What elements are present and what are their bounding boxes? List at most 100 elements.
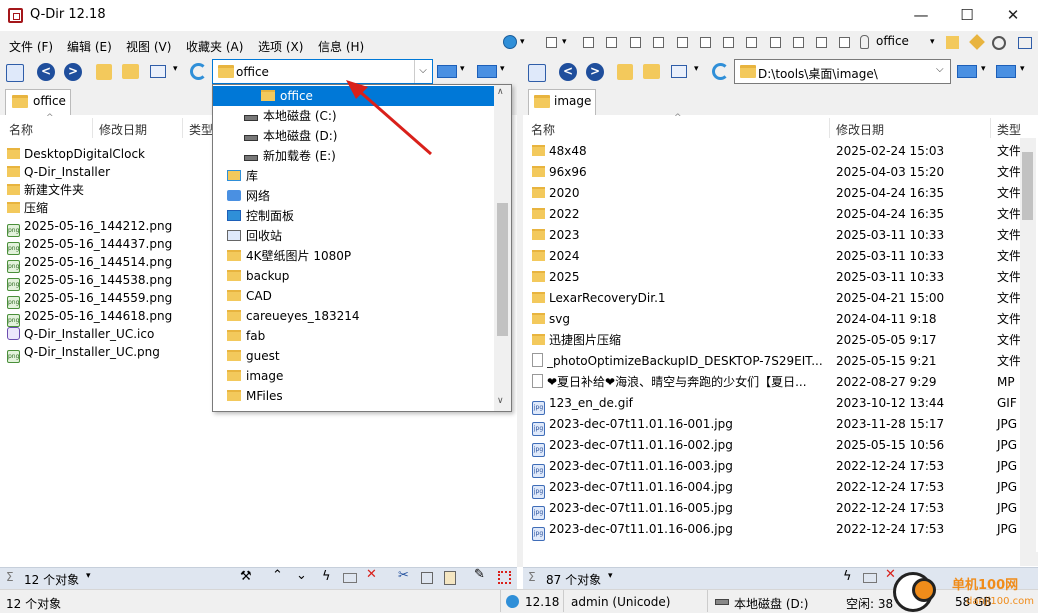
dropdown-item[interactable]: image	[213, 366, 494, 386]
edit-icon[interactable]: ✎	[474, 567, 485, 582]
dropdown-item[interactable]: 控制面板	[213, 206, 494, 226]
select-icon[interactable]	[498, 571, 511, 584]
right-monitor2-dropdown-icon[interactable]: ▾	[1020, 64, 1025, 74]
layout-10-icon[interactable]	[770, 37, 781, 48]
tools-icon[interactable]	[992, 36, 1006, 50]
dropdown-item[interactable]: 4K壁纸图片 1080P	[213, 246, 494, 266]
menu-edit[interactable]: 编辑 (E)	[67, 38, 112, 55]
table-row[interactable]: jpg 2023-dec-07t11.01.16-002.jpg 2025-05-1…	[532, 435, 1021, 457]
list-item[interactable]: Q-Dir_Installer_UC.ico	[7, 325, 207, 343]
minimize-button[interactable]: —	[898, 0, 944, 31]
globe-dropdown-icon[interactable]: ▾	[520, 37, 525, 47]
right-object-count[interactable]: 87 个对象	[546, 571, 601, 588]
dropdown-scroll-up-icon[interactable]: ∧	[497, 87, 504, 97]
list-item[interactable]: png 2025-05-16_144437.png	[7, 235, 207, 255]
table-row[interactable]: 迅捷图片压缩 2025-05-05 9:17 文件	[532, 330, 1021, 351]
right-col-divider[interactable]	[990, 118, 991, 138]
table-row[interactable]: LexarRecoveryDir.1 2025-04-21 15:00 文件	[532, 288, 1021, 309]
list-item[interactable]: png 2025-05-16_144559.png	[7, 289, 207, 309]
left-object-count[interactable]: 12 个对象	[24, 571, 79, 588]
dropdown-item[interactable]: 库	[213, 166, 494, 186]
table-row[interactable]: jpg 2023-dec-07t11.01.16-004.jpg 2022-12-2…	[532, 477, 1021, 499]
right-lightning-icon[interactable]: ϟ	[843, 569, 852, 584]
left-address-text[interactable]: office	[236, 65, 269, 79]
right-view-mode-icon[interactable]	[671, 65, 687, 78]
dropdown-item[interactable]: 网络	[213, 186, 494, 206]
refresh-icon[interactable]	[190, 63, 207, 80]
table-row[interactable]: 2024 2025-03-11 10:33 文件	[532, 246, 1021, 267]
layout-7-icon[interactable]	[700, 37, 711, 48]
globe-icon[interactable]	[503, 35, 517, 49]
left-monitor2-dropdown-icon[interactable]: ▾	[500, 64, 505, 74]
cut-icon[interactable]: ✂	[398, 568, 409, 583]
list-item[interactable]: DesktopDigitalClock	[7, 145, 207, 163]
dropdown-item[interactable]: guest	[213, 346, 494, 366]
list-item[interactable]: png 2025-05-16_144212.png	[7, 217, 207, 237]
right-panel-icon[interactable]	[528, 64, 546, 82]
pane-splitter[interactable]	[517, 87, 523, 567]
menu-file[interactable]: 文件 (F)	[9, 38, 53, 55]
right-scroll-thumb[interactable]	[1022, 152, 1033, 220]
right-tab-label[interactable]: image	[554, 94, 591, 108]
menu-view[interactable]: 视图 (V)	[126, 38, 171, 55]
right-rename-icon[interactable]	[863, 573, 877, 583]
right-address-dropdown-button[interactable]: ⌵	[936, 64, 944, 75]
tools-icon[interactable]: ⚒	[240, 569, 252, 584]
right-new-folder-icon[interactable]	[643, 64, 660, 79]
list-item[interactable]: 新建文件夹	[7, 181, 207, 199]
left-col-type[interactable]: 类型	[189, 121, 213, 138]
menu-options[interactable]: 选项 (X)	[258, 38, 303, 55]
view-mode-icon[interactable]	[150, 65, 166, 78]
table-row[interactable]: 96x96 2025-04-03 15:20 文件	[532, 162, 1021, 183]
right-forward-icon[interactable]: >	[586, 63, 604, 81]
paste-icon[interactable]	[444, 571, 456, 585]
table-row[interactable]: _photoOptimizeBackupID_DESKTOP-7S29EIT..…	[532, 351, 1021, 372]
right-address-text[interactable]: D:\tools\桌面\image\	[758, 65, 878, 82]
list-item[interactable]: png 2025-05-16_144514.png	[7, 253, 207, 273]
layout-13-icon[interactable]	[839, 37, 850, 48]
menu-favorites[interactable]: 收藏夹 (A)	[186, 38, 243, 55]
copy-icon[interactable]	[421, 572, 433, 584]
right-monitor-icon[interactable]	[957, 65, 977, 78]
right-delete-icon[interactable]: ✕	[885, 567, 896, 582]
table-row[interactable]: svg 2024-04-11 9:18 文件	[532, 309, 1021, 330]
layout-1-icon[interactable]	[546, 37, 557, 48]
right-col-date[interactable]: 修改日期	[836, 121, 884, 138]
back-icon[interactable]: <	[37, 63, 55, 81]
table-row[interactable]: jpg 2023-dec-07t11.01.16-005.jpg 2022-12-2…	[532, 498, 1021, 520]
right-col-name[interactable]: 名称	[531, 121, 555, 138]
table-row[interactable]: jpg 123_en_de.gif 2023-10-12 13:44 GIF	[532, 393, 1021, 415]
right-count-dropdown-icon[interactable]: ▾	[608, 571, 613, 581]
left-monitor-dropdown-icon[interactable]: ▾	[460, 64, 465, 74]
table-row[interactable]: 2025 2025-03-11 10:33 文件	[532, 267, 1021, 288]
layout-3-icon[interactable]	[606, 37, 617, 48]
right-monitor-dropdown-icon[interactable]: ▾	[981, 64, 986, 74]
right-col-type[interactable]: 类型	[997, 121, 1021, 138]
new-folder-icon[interactable]	[122, 64, 139, 79]
left-col-name[interactable]: 名称	[9, 121, 33, 138]
left-tab-label[interactable]: office	[33, 94, 66, 108]
left-col-date[interactable]: 修改日期	[99, 121, 147, 138]
layout-11-icon[interactable]	[793, 37, 804, 48]
list-item[interactable]: png 2025-05-16_144618.png	[7, 307, 207, 327]
close-button[interactable]: ✕	[990, 0, 1036, 31]
dropdown-scroll-thumb[interactable]	[497, 203, 508, 336]
lock-icon[interactable]	[860, 35, 869, 49]
layout-12-icon[interactable]	[816, 37, 827, 48]
favorite-folder-label[interactable]: office	[876, 34, 909, 48]
star-folder-icon[interactable]	[946, 36, 959, 49]
layout-9-icon[interactable]	[746, 37, 757, 48]
up-folder-icon[interactable]	[96, 64, 112, 80]
maximize-button[interactable]: ☐	[944, 0, 990, 31]
dropdown-item[interactable]: CAD	[213, 286, 494, 306]
table-row[interactable]: 2023 2025-03-11 10:33 文件	[532, 225, 1021, 246]
dropdown-item[interactable]: 回收站	[213, 226, 494, 246]
left-panel-icon[interactable]	[6, 64, 24, 82]
dropdown-item[interactable]: backup	[213, 266, 494, 286]
dropdown-item[interactable]: careueyes_183214	[213, 306, 494, 326]
layout-8-icon[interactable]	[723, 37, 734, 48]
left-monitor-icon[interactable]	[437, 65, 457, 78]
list-item[interactable]: 压缩	[7, 199, 207, 217]
favorite-dropdown-icon[interactable]: ▾	[930, 37, 935, 47]
up-icon[interactable]: ⌃	[272, 568, 283, 583]
